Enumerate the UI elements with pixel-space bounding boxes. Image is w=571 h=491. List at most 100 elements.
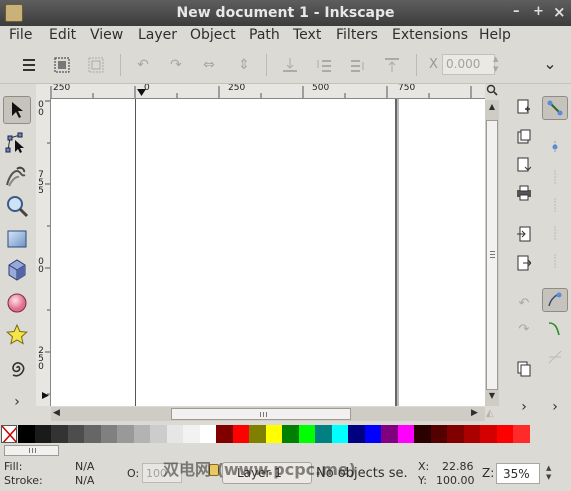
redo-icon[interactable]: ↷ (515, 320, 533, 338)
horizontal-scroll-thumb[interactable] (171, 408, 351, 420)
scroll-up-arrow-icon[interactable]: ▲ (486, 102, 498, 114)
scroll-left-arrow-icon[interactable]: ◀ (53, 408, 60, 418)
snap-bbox-icon[interactable] (546, 138, 564, 156)
rotate-cw-icon[interactable]: ↷ (166, 55, 186, 75)
color-swatch[interactable] (381, 425, 398, 443)
raise-icon[interactable] (348, 55, 368, 75)
rectangle-tool-icon[interactable] (3, 225, 31, 253)
zoom-spin-buttons[interactable]: ▲ ▼ (546, 464, 551, 482)
star-tool-icon[interactable] (3, 321, 31, 349)
deselect-icon[interactable] (86, 55, 106, 75)
horizontal-scrollbar[interactable]: ◀ ▶ (51, 407, 485, 421)
color-swatch[interactable] (51, 425, 68, 443)
import-icon[interactable] (515, 225, 533, 243)
enable-snapping-icon[interactable] (542, 96, 568, 120)
x-spin-buttons[interactable]: ▲ ▼ (493, 54, 503, 75)
menu-edit[interactable]: Edit (49, 27, 76, 43)
snap-bbox-midpoints-icon[interactable] (546, 224, 564, 242)
color-swatch[interactable] (282, 425, 299, 443)
node-tool-icon[interactable] (3, 129, 31, 157)
commands-more-chevron-icon[interactable]: › (515, 398, 533, 416)
color-swatch[interactable] (117, 425, 134, 443)
color-swatch[interactable] (463, 425, 481, 443)
color-swatch[interactable] (133, 425, 151, 443)
color-swatch[interactable] (496, 425, 514, 443)
zoom-input[interactable]: 35% (496, 463, 540, 484)
snap-paths-icon[interactable] (546, 320, 564, 338)
flip-vertical-icon[interactable]: ⇕ (234, 55, 254, 75)
color-swatch[interactable] (34, 425, 52, 443)
lower-to-bottom-icon[interactable] (280, 55, 300, 75)
color-swatch[interactable] (150, 425, 167, 443)
spiral-tool-icon[interactable] (3, 354, 31, 382)
undo-icon[interactable]: ↶ (515, 294, 533, 312)
overflow-chevron-icon[interactable]: ⌄ (540, 53, 560, 73)
snap-more-chevron-icon[interactable]: › (546, 398, 564, 416)
drawing-canvas[interactable] (51, 99, 485, 406)
lower-icon[interactable] (314, 55, 334, 75)
save-document-icon[interactable] (515, 156, 533, 174)
color-swatch[interactable] (315, 425, 332, 443)
select-all-layers-icon[interactable] (52, 55, 72, 75)
maximize-button[interactable]: + (533, 4, 544, 19)
close-button[interactable]: × (553, 3, 566, 21)
copy-icon[interactable] (515, 360, 533, 378)
color-swatch[interactable] (166, 425, 184, 443)
menu-view[interactable]: View (90, 27, 123, 43)
3d-box-tool-icon[interactable] (3, 256, 31, 284)
new-document-icon[interactable] (515, 98, 533, 116)
scroll-down-arrow-icon[interactable]: ▼ (486, 391, 498, 403)
color-swatch[interactable] (100, 425, 118, 443)
raise-to-top-icon[interactable] (382, 55, 402, 75)
tweak-tool-icon[interactable] (3, 162, 31, 190)
menu-help[interactable]: Help (479, 27, 511, 43)
rotate-ccw-icon[interactable]: ↶ (133, 55, 153, 75)
color-swatch[interactable] (199, 425, 217, 443)
color-swatch[interactable] (430, 425, 448, 443)
scroll-right-arrow-icon[interactable]: ▶ (471, 408, 478, 418)
minimize-button[interactable]: – (513, 4, 520, 19)
menu-path[interactable]: Path (249, 27, 280, 43)
flip-horizontal-icon[interactable]: ⇔ (199, 55, 219, 75)
color-manage-icon[interactable]: ◭ (486, 408, 498, 420)
color-swatch[interactable] (183, 425, 200, 443)
color-swatch[interactable] (331, 425, 349, 443)
vertical-scrollbar[interactable]: ▲ ▼ (485, 100, 499, 406)
color-swatch[interactable] (265, 425, 283, 443)
color-swatch[interactable] (18, 425, 35, 443)
zoom-tool-icon[interactable] (3, 192, 31, 220)
palette-scroll-thumb[interactable] (4, 445, 59, 456)
vertical-scroll-thumb[interactable] (486, 120, 498, 390)
menu-file[interactable]: File (9, 27, 32, 43)
ellipse-tool-icon[interactable] (3, 289, 31, 317)
color-swatch[interactable] (249, 425, 266, 443)
color-swatch[interactable] (298, 425, 316, 443)
print-icon[interactable] (515, 184, 533, 202)
color-swatch[interactable] (364, 425, 382, 443)
snap-nodes-icon[interactable] (542, 288, 568, 312)
zoom-corner-icon[interactable] (485, 84, 499, 100)
menu-text[interactable]: Text (293, 27, 321, 43)
open-document-icon[interactable] (515, 128, 533, 146)
color-swatch[interactable] (414, 425, 431, 443)
select-all-icon[interactable] (19, 55, 39, 75)
snap-bbox-edges-icon[interactable] (546, 168, 564, 186)
menu-filters[interactable]: Filters (336, 27, 378, 43)
color-swatch[interactable] (84, 425, 101, 443)
color-swatch[interactable] (232, 425, 250, 443)
menu-object[interactable]: Object (190, 27, 236, 43)
snap-intersections-icon[interactable] (546, 348, 564, 366)
menu-extensions[interactable]: Extensions (392, 27, 468, 43)
color-swatch[interactable] (447, 425, 464, 443)
snap-bbox-center-icon[interactable] (546, 252, 564, 270)
x-coordinate-input[interactable]: 0.000 (442, 54, 495, 75)
no-paint-swatch[interactable] (1, 425, 17, 443)
color-swatch[interactable] (480, 425, 497, 443)
toolbox-more-chevron-icon[interactable]: › (3, 392, 31, 412)
snap-bbox-corners-icon[interactable] (546, 196, 564, 214)
color-swatch[interactable] (216, 425, 233, 443)
color-swatch[interactable] (67, 425, 85, 443)
color-swatch[interactable] (397, 425, 415, 443)
selector-tool-icon[interactable] (3, 96, 31, 124)
export-icon[interactable] (515, 254, 533, 272)
